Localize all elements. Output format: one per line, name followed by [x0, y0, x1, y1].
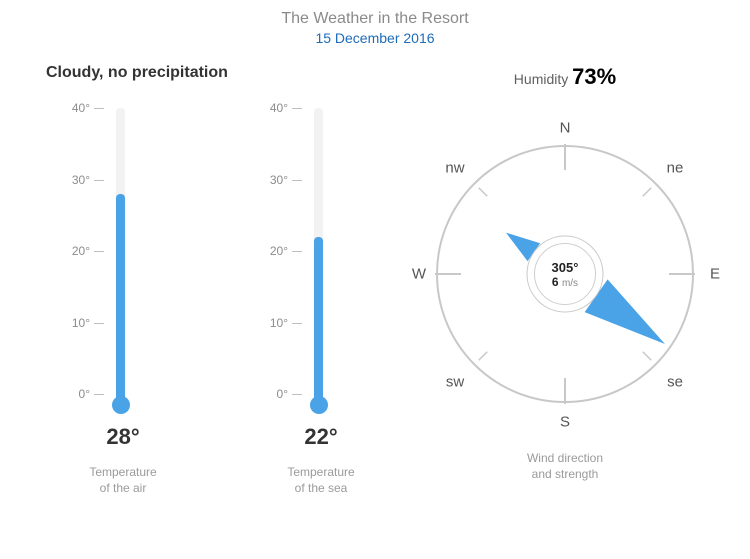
humidity-label: Humidity — [514, 71, 568, 87]
wind-caption: Wind direction and strength — [380, 450, 750, 482]
compass-w-label: W — [412, 266, 426, 283]
page-date: 15 December 2016 — [0, 30, 750, 46]
thermo-sea-graph: 0°10°20°30°40° — [232, 96, 372, 416]
humidity-value: 73% — [572, 64, 616, 89]
compass-direction: 305° — [552, 260, 579, 275]
wind-panel: Humidity 73% 305° 6 m/s N ne E se S sw W… — [380, 46, 750, 482]
compass-se-label: se — [667, 374, 683, 391]
compass-speed: 6 m/s — [552, 275, 578, 289]
compass-ne-label: ne — [667, 160, 684, 177]
thermo-sea: 0°10°20°30°40° 22° Temperature of the se… — [232, 96, 372, 496]
thermometers-panel: Cloudy, no precipitation 0°10°20°30°40° … — [0, 46, 380, 496]
compass-n-label: N — [560, 120, 571, 137]
compass: 305° 6 m/s N ne E se S sw W nw — [395, 104, 735, 444]
page-title: The Weather in the Resort — [0, 10, 750, 28]
thermo-air-value: 28° — [34, 424, 174, 450]
thermo-air: 0°10°20°30°40° 28° Temperature of the ai… — [34, 96, 174, 496]
header: The Weather in the Resort 15 December 20… — [0, 0, 750, 46]
compass-s-label: S — [560, 414, 570, 431]
conditions: Cloudy, no precipitation — [26, 64, 380, 82]
compass-e-label: E — [710, 266, 720, 283]
compass-sw-label: sw — [446, 374, 464, 391]
thermo-air-graph: 0°10°20°30°40° — [34, 96, 174, 416]
compass-nw-label: nw — [445, 160, 464, 177]
humidity: Humidity 73% — [380, 64, 750, 90]
compass-center: 305° 6 m/s — [534, 243, 596, 305]
thermo-air-label: Temperature of the air — [34, 464, 174, 496]
thermo-sea-value: 22° — [232, 424, 372, 450]
thermo-sea-label: Temperature of the sea — [232, 464, 372, 496]
